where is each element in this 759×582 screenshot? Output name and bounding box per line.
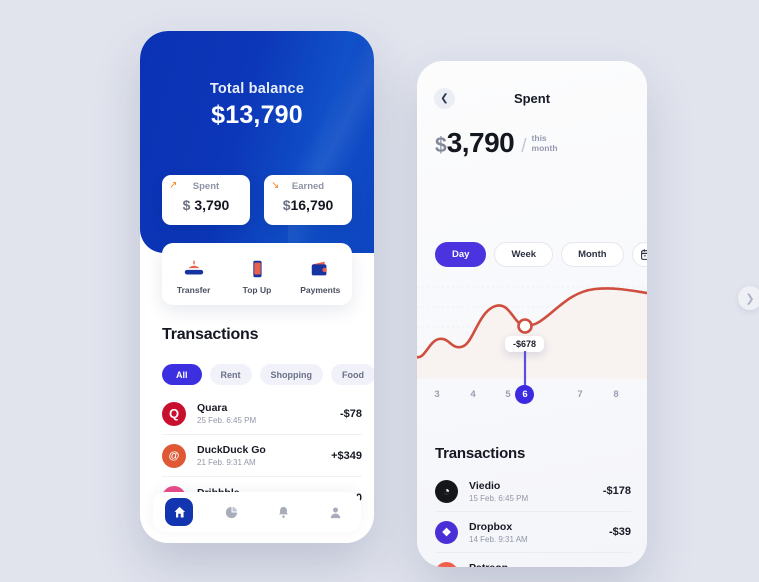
earned-number: 16,790 xyxy=(290,197,334,213)
page-title: Spent xyxy=(513,91,551,106)
bell-icon xyxy=(269,498,297,526)
action-transfer-label: Transfer xyxy=(176,284,211,295)
chip-rent[interactable]: Rent xyxy=(209,364,252,385)
chart-pie-icon xyxy=(217,498,245,526)
transaction-name: Dropbox xyxy=(469,520,513,533)
right-phone-screen: ❮ Spent $ 3,790 / this month Day Week Mo… xyxy=(417,61,647,567)
chevron-right-icon[interactable]: ❯ xyxy=(738,286,759,310)
transaction-amount: +$349 xyxy=(331,449,362,462)
chart-tooltip: -$678 xyxy=(505,336,545,352)
period-line-2: month xyxy=(531,143,558,153)
chip-all[interactable]: All xyxy=(162,364,202,385)
table-row[interactable]: @ DuckDuck Go 21 Feb. 9:31 AM +$349 xyxy=(162,435,362,477)
action-topup-label: Top Up xyxy=(242,284,272,295)
avatar-glyph: ◔ xyxy=(442,484,451,498)
transactions-heading: Transactions xyxy=(162,326,259,343)
total-balance-label: Total balance xyxy=(209,81,305,97)
chip-food[interactable]: Food xyxy=(331,364,374,385)
period-segmented-control: Day Week Month xyxy=(435,242,647,267)
period-line-1: this xyxy=(531,133,547,144)
transaction-list: ◔ Viedio 15 Feb. 6:45 PM -$178 ❖ Dropbox… xyxy=(435,471,631,567)
chart-area-fill xyxy=(417,288,647,379)
segment-day[interactable]: Day xyxy=(435,242,487,267)
segment-week[interactable]: Week xyxy=(494,242,554,267)
chart-selected-point xyxy=(517,318,533,334)
segment-month[interactable]: Month xyxy=(561,242,624,267)
phone-topup-icon xyxy=(225,254,288,280)
row-text: Viedio 15 Feb. 6:45 PM xyxy=(458,480,603,503)
avatar: Q xyxy=(162,401,186,426)
spent-card-label: Spent xyxy=(192,181,220,192)
avatar-glyph: @ xyxy=(168,449,180,462)
transaction-amount: -$78 xyxy=(339,407,362,420)
avatar: ❖ xyxy=(435,520,458,544)
table-row[interactable]: ◔ Viedio 15 Feb. 6:45 PM -$178 xyxy=(435,471,631,512)
chip-shopping[interactable]: Shopping xyxy=(259,364,324,385)
table-row[interactable]: ❖ Dropbox 14 Feb. 9:31 AM -$39 xyxy=(435,512,631,553)
transaction-name: Viedio xyxy=(469,479,501,492)
transaction-name: DuckDuck Go xyxy=(197,444,266,456)
table-row[interactable]: Q Quara 25 Feb. 6:45 PM -$78 xyxy=(162,393,362,435)
spent-card[interactable]: ↗ Spent $ 3,790 xyxy=(162,175,250,225)
tab-statistics[interactable] xyxy=(205,498,257,526)
canvas: Total balance $13,790 ↗ Spent $ 3,790 ↘ … xyxy=(0,0,759,582)
spent-amount: $ 3,790 / this month xyxy=(435,127,558,159)
tab-home[interactable] xyxy=(153,498,205,526)
transactions-heading: Transactions xyxy=(435,445,526,462)
home-icon xyxy=(165,498,193,526)
spent-card-value: $ 3,790 xyxy=(162,197,250,213)
spent-currency: $ xyxy=(182,197,191,213)
avatar-glyph: p xyxy=(443,566,450,567)
wallet-icon xyxy=(289,254,352,280)
row-text: Dropbox 14 Feb. 9:31 AM xyxy=(458,521,609,544)
spending-line-chart xyxy=(417,286,647,379)
person-icon xyxy=(321,498,349,526)
chart-x-axis: 3 4 5 6 7 8 xyxy=(417,385,647,409)
avatar: ◔ xyxy=(435,479,458,503)
x-tick-8: 8 xyxy=(613,389,619,400)
action-topup[interactable]: Top Up xyxy=(225,254,288,295)
bottom-tab-bar xyxy=(153,492,361,532)
x-tick-6: 6 xyxy=(522,389,528,400)
transaction-name: Quara xyxy=(197,402,228,414)
transaction-date: 15 Feb. 6:45 PM xyxy=(469,493,529,503)
transaction-amount: -$39 xyxy=(608,526,631,538)
transfer-icon xyxy=(162,254,225,280)
transaction-date: 14 Feb. 9:31 AM xyxy=(469,534,528,544)
quick-actions-card: Transfer Top Up Payments xyxy=(162,243,352,305)
x-tick-3: 3 xyxy=(434,389,440,400)
spent-number: 3,790 xyxy=(194,197,230,213)
calendar-icon[interactable] xyxy=(631,242,647,267)
avatar: @ xyxy=(162,443,186,468)
table-row[interactable]: p Patreon 11 Feb. 9:31 AM -$380 xyxy=(435,553,631,567)
spent-currency-symbol: $ xyxy=(435,134,447,157)
row-text: Quara 25 Feb. 6:45 PM xyxy=(186,402,340,425)
transaction-amount: -$178 xyxy=(602,485,631,497)
row-text: Patreon 11 Feb. 9:31 AM xyxy=(458,562,603,568)
row-text: DuckDuck Go 21 Feb. 9:31 AM xyxy=(186,444,331,467)
action-payments-label: Payments xyxy=(300,284,341,295)
amount-period: this month xyxy=(532,132,558,153)
avatar-glyph: ❖ xyxy=(441,526,452,539)
earned-card[interactable]: ↘ Earned $16,790 xyxy=(264,175,352,225)
transaction-date: 25 Feb. 6:45 PM xyxy=(197,416,257,425)
action-payments[interactable]: Payments xyxy=(289,254,352,295)
earned-card-value: $16,790 xyxy=(264,197,352,213)
earned-card-label: Earned xyxy=(291,181,325,192)
x-tick-7: 7 xyxy=(577,389,583,400)
avatar: p xyxy=(435,561,458,567)
tab-notifications[interactable] xyxy=(257,498,309,526)
spent-amount-value: 3,790 xyxy=(446,127,515,158)
tab-profile[interactable] xyxy=(309,498,361,526)
amount-separator: / xyxy=(521,136,527,157)
action-transfer[interactable]: Transfer xyxy=(162,254,225,295)
x-tick-4: 4 xyxy=(470,389,476,400)
transaction-filter-chips: All Rent Shopping Food He xyxy=(162,364,374,385)
total-balance-amount: $13,790 xyxy=(211,101,303,129)
transaction-date: 21 Feb. 9:31 AM xyxy=(197,458,256,467)
left-phone-screen: Total balance $13,790 ↗ Spent $ 3,790 ↘ … xyxy=(140,31,374,543)
avatar-glyph: Q xyxy=(168,406,180,421)
transaction-name: Patreon xyxy=(469,562,603,568)
